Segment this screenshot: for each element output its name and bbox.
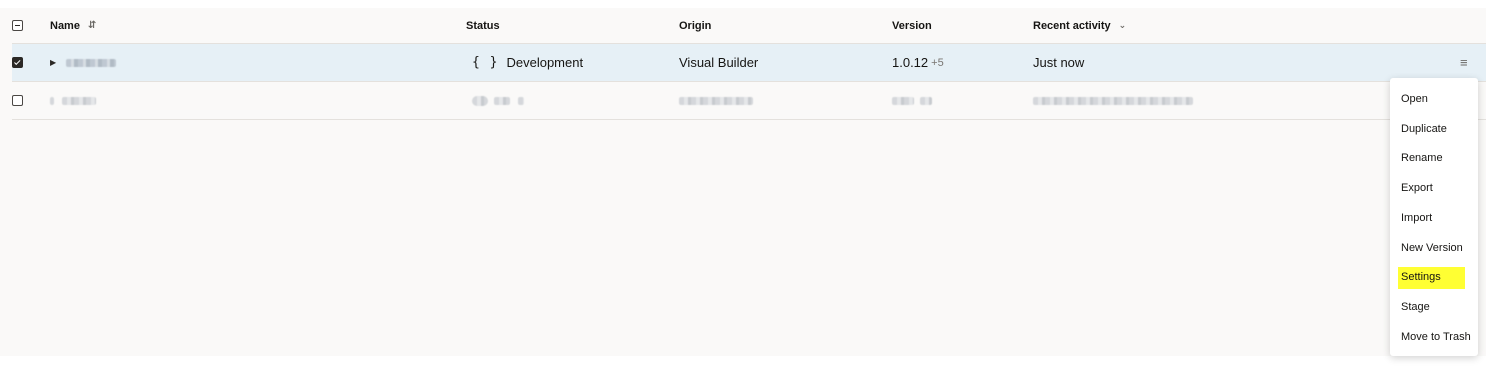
table-row[interactable]: ▶ { } Development Visual Builder 1.0.12 … xyxy=(12,44,1486,82)
row-origin-cell: Visual Builder xyxy=(679,44,758,81)
recent-activity-text: Just now xyxy=(1033,55,1085,70)
table-row[interactable] xyxy=(12,82,1486,120)
table-header: Name ⇵ Status Origin Version Recent acti… xyxy=(12,8,1486,44)
row-select-cell[interactable] xyxy=(12,44,28,81)
applications-table: Name ⇵ Status Origin Version Recent acti… xyxy=(0,8,1486,356)
redacted-status-icon xyxy=(472,95,488,106)
row-select-cell[interactable] xyxy=(12,82,28,119)
menu-item-export[interactable]: Export xyxy=(1390,173,1478,203)
menu-item-stage[interactable]: Stage xyxy=(1390,293,1478,323)
column-header-version: Version xyxy=(892,8,932,43)
row-menu-button[interactable]: ≡ xyxy=(1460,44,1468,81)
column-header-status: Status xyxy=(466,8,500,43)
menu-item-new-version[interactable]: New Version xyxy=(1390,233,1478,263)
row-origin-cell xyxy=(679,82,753,119)
row-status-cell xyxy=(472,82,524,119)
sort-icon[interactable]: ⇵ xyxy=(88,20,96,31)
row-checkbox[interactable] xyxy=(12,57,23,68)
column-header-name-label: Name xyxy=(50,19,80,32)
status-text: Development xyxy=(506,55,584,70)
redacted-name xyxy=(62,96,96,105)
menu-item-settings[interactable]: Settings xyxy=(1390,263,1478,293)
chevron-down-icon[interactable]: ⌄ xyxy=(1119,20,1127,31)
redacted-status-extra xyxy=(518,96,524,105)
redacted-version xyxy=(892,96,914,105)
menu-item-duplicate[interactable]: Duplicate xyxy=(1390,114,1478,144)
menu-item-move-to-trash[interactable]: Move to Trash xyxy=(1390,322,1478,352)
column-header-origin-label: Origin xyxy=(679,19,712,32)
redacted-version-extra xyxy=(920,96,932,105)
hamburger-menu-icon[interactable]: ≡ xyxy=(1460,55,1468,70)
row-context-menu: Open Duplicate Rename Export Import New … xyxy=(1390,78,1478,356)
column-header-recent-activity[interactable]: Recent activity ⌄ xyxy=(1033,8,1126,43)
select-all-checkbox[interactable] xyxy=(12,20,23,31)
column-header-status-label: Status xyxy=(466,19,500,32)
version-extra-count: +5 xyxy=(931,56,944,69)
redacted-status xyxy=(494,96,510,105)
row-activity-cell xyxy=(1033,82,1193,119)
column-header-origin: Origin xyxy=(679,8,711,43)
redacted-name xyxy=(66,58,117,67)
menu-item-import[interactable]: Import xyxy=(1390,203,1478,233)
redacted-activity xyxy=(1033,96,1193,105)
version-text: 1.0.12 xyxy=(892,55,929,70)
row-name-cell[interactable] xyxy=(50,82,96,119)
menu-item-open[interactable]: Open xyxy=(1390,84,1478,114)
column-header-name[interactable]: Name ⇵ xyxy=(50,8,96,43)
row-version-cell: 1.0.12 +5 xyxy=(892,44,944,81)
row-checkbox[interactable] xyxy=(12,95,23,106)
row-version-cell xyxy=(892,82,932,119)
row-status-cell: { } Development xyxy=(472,44,583,81)
column-header-recent-activity-label: Recent activity xyxy=(1033,19,1111,32)
braces-icon: { } xyxy=(472,55,499,70)
caret-right-icon[interactable]: ▶ xyxy=(50,58,56,67)
redacted-origin xyxy=(679,96,753,105)
column-header-version-label: Version xyxy=(892,19,932,32)
redacted-expand xyxy=(50,96,54,105)
row-name-cell[interactable]: ▶ xyxy=(50,44,117,81)
row-activity-cell: Just now xyxy=(1033,44,1084,81)
origin-text: Visual Builder xyxy=(679,55,759,70)
select-all-cell[interactable] xyxy=(12,8,28,43)
menu-item-rename[interactable]: Rename xyxy=(1390,144,1478,174)
